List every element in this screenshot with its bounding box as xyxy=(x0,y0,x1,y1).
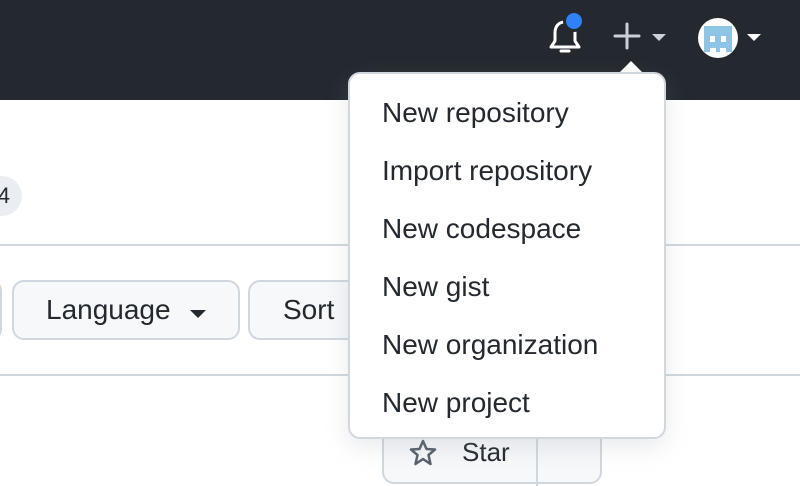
count-badge: 4 xyxy=(0,176,22,216)
language-filter-label: Language xyxy=(46,294,171,325)
notification-indicator-dot xyxy=(563,10,585,32)
notifications-button[interactable] xyxy=(545,10,585,56)
create-new-button[interactable] xyxy=(608,18,672,54)
language-filter-button[interactable]: Language xyxy=(12,280,240,340)
menu-item-new-project[interactable]: New project xyxy=(350,374,664,432)
chevron-down-icon xyxy=(190,310,206,318)
chevron-down-icon xyxy=(747,34,761,41)
star-icon xyxy=(409,439,437,466)
user-menu-button[interactable] xyxy=(696,16,776,60)
identicon-avatar xyxy=(704,26,732,54)
menu-item-new-gist[interactable]: New gist xyxy=(350,258,664,316)
menu-item-new-codespace[interactable]: New codespace xyxy=(350,200,664,258)
create-new-dropdown-menu: New repository Import repository New cod… xyxy=(348,72,666,439)
menu-item-new-repository[interactable]: New repository xyxy=(350,84,664,142)
plus-icon xyxy=(613,22,641,50)
chevron-down-icon xyxy=(652,34,666,41)
menu-item-new-organization[interactable]: New organization xyxy=(350,316,664,374)
menu-item-import-repository[interactable]: Import repository xyxy=(350,142,664,200)
avatar xyxy=(698,18,738,58)
filter-button-partial[interactable] xyxy=(0,280,2,340)
sort-label: Sort xyxy=(283,294,335,325)
